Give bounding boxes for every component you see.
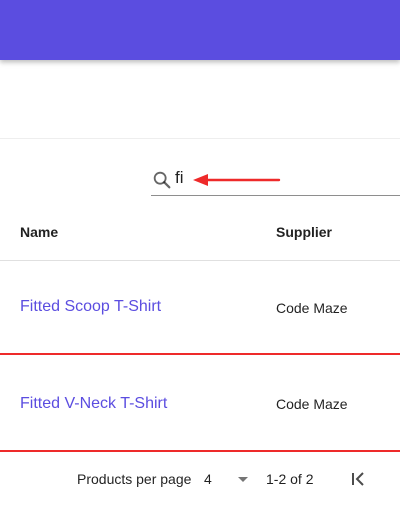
product-link[interactable]: Fitted Scoop T-Shirt [20, 298, 161, 316]
page-range: 1-2 of 2 [266, 471, 314, 487]
row-divider-highlight [0, 353, 400, 355]
search-icon [153, 171, 171, 189]
page-size-label: Products per page [77, 471, 192, 487]
header-divider [0, 260, 400, 261]
page-size-select[interactable]: 4 [204, 471, 252, 489]
column-header-name[interactable]: Name [20, 224, 58, 240]
product-link[interactable]: Fitted V-Neck T-Shirt [20, 395, 167, 413]
app-bar [0, 0, 400, 60]
column-header-supplier[interactable]: Supplier [276, 224, 332, 240]
dropdown-caret-icon [238, 477, 248, 482]
first-page-icon[interactable] [346, 467, 370, 491]
supplier-cell: Code Maze [276, 396, 348, 412]
page-size-value: 4 [204, 471, 212, 487]
supplier-cell: Code Maze [276, 300, 348, 316]
divider [0, 138, 400, 139]
annotation-arrow [193, 174, 281, 186]
paginator: Products per page 4 1-2 of 2 [0, 452, 400, 507]
